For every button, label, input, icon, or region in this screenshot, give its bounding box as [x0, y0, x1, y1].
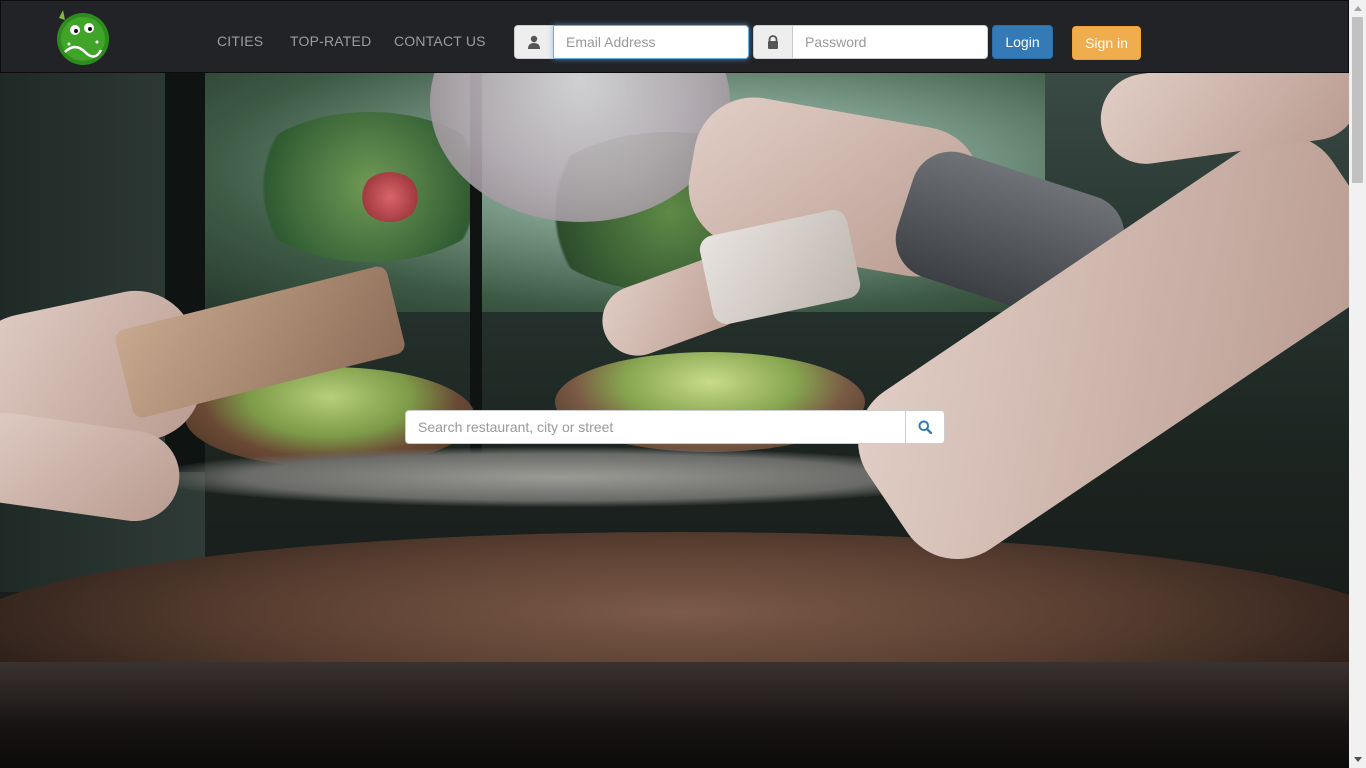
scroll-down-icon — [1353, 757, 1362, 762]
user-icon-addon — [514, 25, 553, 59]
scroll-down-arrow[interactable] — [1349, 751, 1366, 768]
sign-in-button[interactable]: Sign in — [1072, 26, 1141, 60]
email-input-group — [514, 25, 749, 59]
flower — [360, 172, 420, 222]
password-field[interactable] — [792, 25, 988, 59]
page: CITIES TOP-RATED CONTACT US Login Sign — [0, 0, 1366, 768]
login-button[interactable]: Login — [992, 25, 1053, 59]
user-icon — [528, 35, 540, 49]
email-field[interactable] — [553, 25, 749, 59]
table-rim — [0, 662, 1349, 768]
nav-link-contact-us[interactable]: CONTACT US — [394, 33, 486, 49]
scroll-up-icon — [1353, 6, 1362, 11]
lock-icon-addon — [753, 25, 792, 59]
scroll-up-arrow[interactable] — [1349, 0, 1366, 17]
scroll-thumb[interactable] — [1352, 17, 1363, 183]
lock-icon — [768, 35, 778, 49]
plate — [150, 447, 970, 507]
nav-link-cities[interactable]: CITIES — [217, 33, 263, 49]
monster-logo-icon — [57, 10, 111, 65]
search-bar — [405, 410, 945, 444]
nav-link-top-rated[interactable]: TOP-RATED — [290, 33, 371, 49]
search-button[interactable] — [906, 410, 945, 444]
password-input-group — [753, 25, 988, 59]
brand-logo[interactable] — [51, 8, 115, 66]
vertical-scrollbar[interactable] — [1349, 0, 1366, 768]
top-navbar: CITIES TOP-RATED CONTACT US Login Sign — [0, 0, 1349, 73]
search-input[interactable] — [405, 410, 906, 444]
search-icon — [918, 420, 932, 434]
